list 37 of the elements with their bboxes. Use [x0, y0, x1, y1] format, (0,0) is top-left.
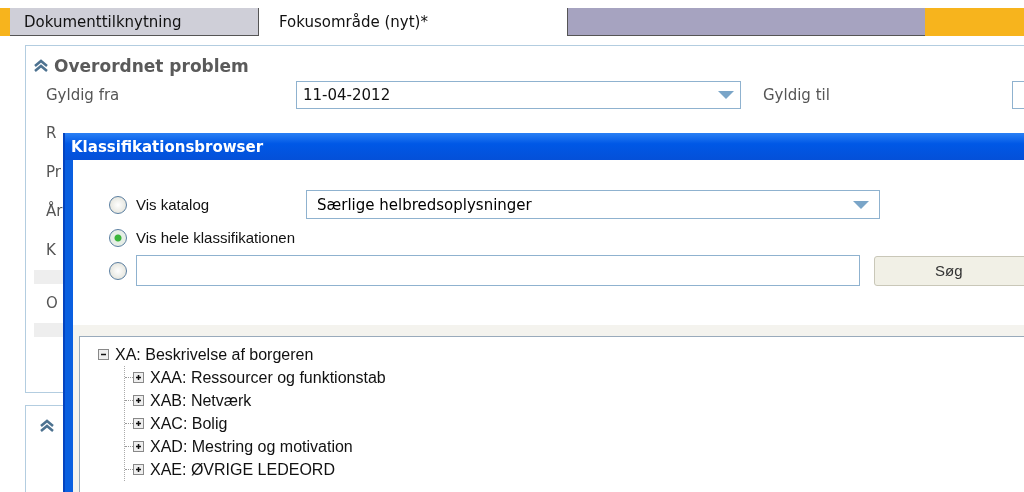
radio-label[interactable]: Vis hele klassifikationen — [136, 229, 306, 246]
expand-icon[interactable] — [133, 372, 144, 383]
tree-item[interactable]: XAA: Ressourcer og funktionstab — [150, 368, 386, 387]
expand-icon[interactable] — [133, 464, 144, 475]
field-label: Gyldig til — [763, 86, 830, 104]
field-label: Gyldig fra — [46, 86, 121, 104]
field-label: R — [46, 123, 57, 144]
field-label: År — [46, 200, 63, 222]
expand-icon[interactable] — [133, 395, 144, 406]
caret-icon[interactable] — [718, 91, 734, 99]
tab-bar-edge — [0, 8, 10, 36]
radio-button[interactable] — [109, 228, 127, 247]
radio-button[interactable] — [109, 195, 127, 214]
tree-item[interactable]: XAE: ØVRIGE LEDEORD — [150, 460, 335, 479]
tree-item[interactable]: XAD: Mestring og motivation — [150, 437, 353, 456]
collapse-icon[interactable] — [98, 349, 109, 360]
field-label: O — [46, 293, 58, 314]
panel-title: Overordnet problem — [54, 56, 249, 76]
search-button[interactable]: Søg — [874, 255, 1024, 286]
tree-item[interactable]: XAC: Bolig — [150, 414, 228, 433]
field-label: Pr — [46, 162, 61, 183]
expand-icon[interactable] — [133, 418, 144, 429]
dialog-title: Klassifikationsbrowser — [65, 133, 1024, 160]
date-field[interactable] — [1012, 81, 1024, 109]
tree-item[interactable]: XA: Beskrivelse af borgeren — [115, 345, 314, 364]
catalog-dropdown[interactable]: Særlige helbredsoplysninger — [306, 190, 880, 219]
form-strip — [34, 323, 64, 337]
search-field[interactable] — [136, 255, 861, 286]
form-strip — [34, 270, 64, 284]
tab[interactable]: Dokumenttilknytning — [10, 8, 259, 36]
field-label: K — [46, 240, 56, 261]
radio-label[interactable]: Vis katalog — [136, 196, 306, 213]
tree-item[interactable]: XAB: Netværk — [150, 391, 252, 410]
caret-icon[interactable] — [853, 200, 869, 209]
date-field[interactable]: 11-04-2012 — [296, 81, 741, 109]
expand-icon[interactable] — [133, 441, 144, 452]
radio-button[interactable] — [109, 261, 127, 280]
